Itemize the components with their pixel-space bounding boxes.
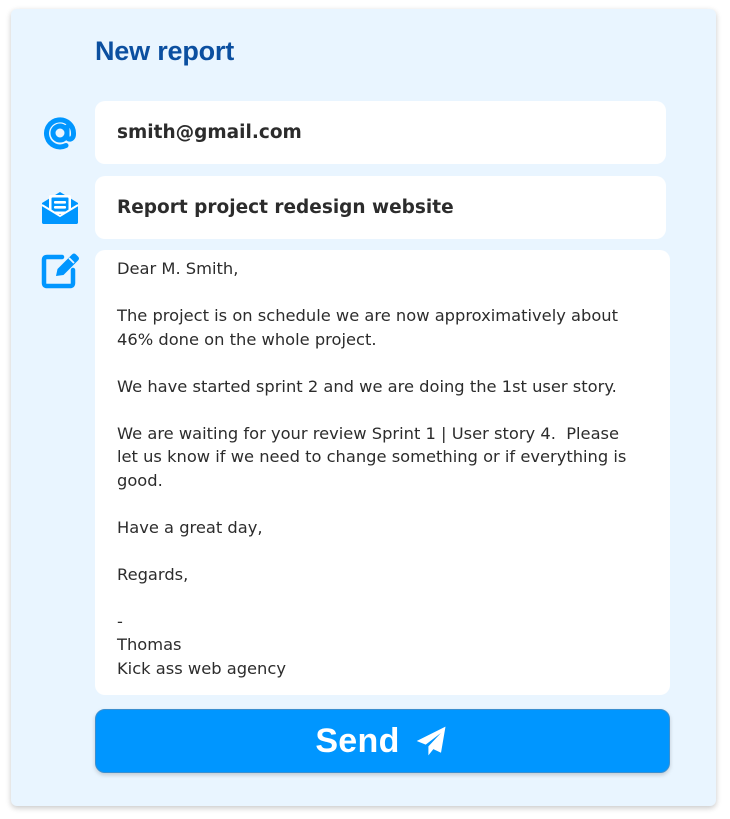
recipient-email-field[interactable]	[95, 101, 666, 164]
paper-plane-icon	[416, 726, 446, 756]
page-title: New report	[95, 36, 235, 66]
send-button[interactable]: Send	[95, 709, 670, 773]
at-sign-icon	[40, 113, 80, 153]
subject-field[interactable]	[95, 176, 666, 239]
message-body-field[interactable]: Dear M. Smith, The project is on schedul…	[95, 250, 670, 695]
edit-pencil-icon	[40, 249, 80, 289]
send-button-label: Send	[315, 721, 400, 760]
envelope-open-text-icon	[40, 186, 80, 226]
